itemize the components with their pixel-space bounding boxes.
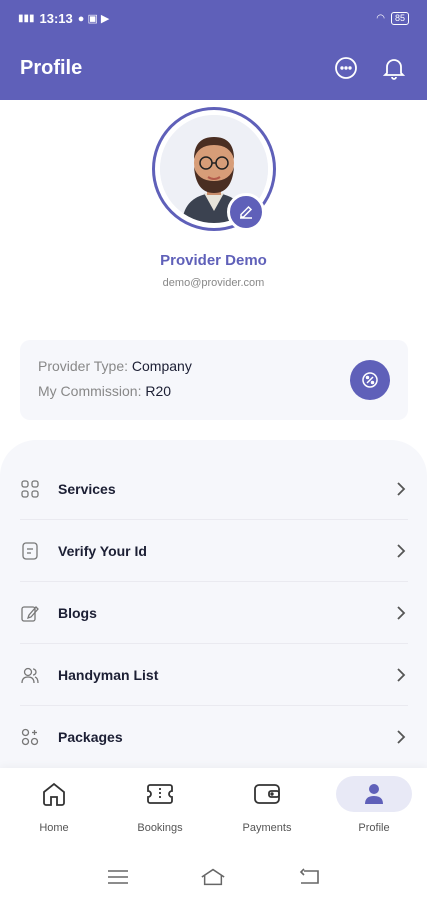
menu-item-label: Packages [58, 729, 123, 745]
menu-item-verify-id[interactable]: Verify Your Id [20, 520, 408, 582]
bottom-navigation: Home Bookings Payments Profile [0, 768, 427, 853]
back-icon[interactable] [296, 866, 322, 888]
menu-item-handyman-list[interactable]: Handyman List [20, 644, 408, 706]
nav-label: Profile [358, 822, 390, 834]
menu-item-label: Blogs [58, 604, 97, 621]
chevron-right-icon [394, 481, 408, 496]
wallet-icon [229, 776, 305, 812]
commission-row: My Commission: R20 [38, 383, 390, 399]
commission-label: My Commission: [38, 383, 142, 399]
chevron-right-icon [394, 730, 408, 744]
nav-home[interactable]: Home [14, 772, 94, 848]
chat-bubble-icon[interactable] [333, 55, 359, 81]
app-bar: Profile [0, 36, 427, 100]
menu-item-label: Services [58, 480, 116, 497]
menu-item-services[interactable]: Services [20, 458, 408, 520]
profile-email: demo@provider.com [162, 277, 265, 289]
package-icon [20, 727, 40, 747]
ticket-icon [122, 776, 198, 812]
provider-type-row: Provider Type: Company [38, 358, 390, 374]
system-navigation-bar [0, 853, 427, 900]
provider-type-value: Company [131, 358, 192, 374]
edit-avatar-button[interactable] [227, 193, 265, 231]
profile-name: Provider Demo [160, 252, 267, 269]
pencil-icon [240, 205, 253, 219]
provider-type-label: Provider Type: [38, 358, 129, 374]
menu-item-label: Verify Your Id [58, 542, 147, 559]
wifi-icon: ◠ [376, 12, 385, 24]
nav-label: Home [39, 822, 69, 834]
grid-icon [20, 479, 40, 499]
home-button-icon[interactable] [200, 866, 226, 888]
notification-icons: ● ▣ ▶ [77, 12, 110, 25]
menu-item-blogs[interactable]: Blogs [20, 582, 408, 644]
chevron-right-icon [394, 543, 408, 558]
chevron-right-icon [394, 605, 408, 620]
menu-item-label: Handyman List [58, 666, 159, 683]
nav-label: Payments [242, 822, 292, 834]
commission-value: R20 [145, 383, 172, 399]
menu-item-packages[interactable]: Packages [20, 706, 408, 768]
nav-bookings[interactable]: Bookings [120, 772, 200, 848]
chevron-right-icon [394, 667, 408, 682]
commission-info-button[interactable] [350, 360, 390, 400]
bell-icon[interactable] [381, 55, 407, 81]
discount-icon [362, 372, 378, 388]
signal-icon: ▮▮▮ [18, 12, 35, 24]
status-bar: ▮▮▮ 13:13 ● ▣ ▶ ◠ 85 [0, 0, 427, 36]
document-icon [20, 541, 40, 561]
nav-label: Bookings [137, 822, 183, 834]
recent-apps-icon[interactable] [105, 866, 131, 888]
person-icon [336, 776, 412, 812]
nav-profile[interactable]: Profile [334, 772, 414, 848]
provider-info-card: Provider Type: Company My Commission: R2… [20, 340, 408, 420]
status-time: 13:13 [39, 10, 73, 26]
users-icon [20, 665, 40, 685]
home-icon [16, 776, 92, 812]
nav-payments[interactable]: Payments [227, 772, 307, 848]
battery-indicator: 85 [390, 11, 409, 25]
page-title: Profile [20, 56, 83, 79]
edit-note-icon [20, 603, 40, 623]
